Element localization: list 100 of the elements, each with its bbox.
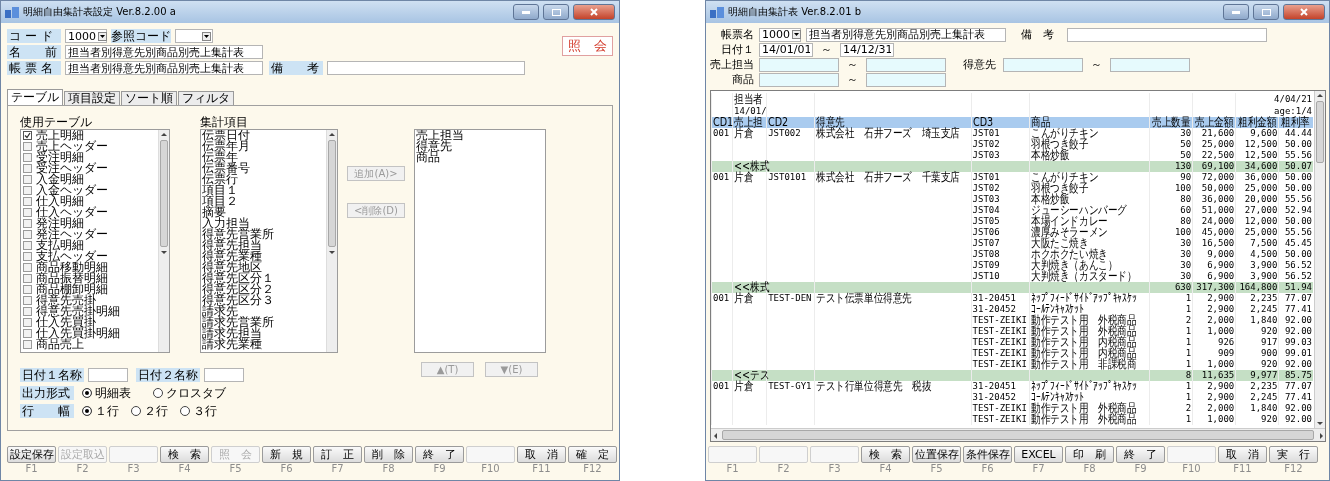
list-item[interactable]: 請求先担当 — [201, 328, 326, 339]
customer-to-field[interactable] — [1110, 57, 1190, 72]
tab[interactable]: テーブル — [7, 89, 63, 105]
checkbox[interactable] — [23, 219, 32, 228]
checkbox[interactable] — [23, 296, 32, 305]
radio-circle[interactable] — [82, 388, 92, 398]
function-key-button[interactable]: 取 消 — [1218, 446, 1267, 463]
radio-circle[interactable] — [131, 406, 141, 416]
list-item[interactable]: 請求先業種 — [201, 339, 326, 350]
checkbox[interactable] — [23, 164, 32, 173]
report-name-field[interactable]: 担当者別得意先別商品別売上集計表 — [806, 27, 1006, 42]
code-dropdown[interactable]: 1000 — [65, 29, 107, 43]
checkbox[interactable] — [23, 208, 32, 217]
checkbox[interactable] — [23, 274, 32, 283]
radio-circle[interactable] — [180, 406, 190, 416]
vertical-scrollbar[interactable] — [326, 130, 337, 352]
function-key-button[interactable]: 確 定 — [568, 446, 617, 463]
function-key-button[interactable]: 印 刷 — [1065, 446, 1114, 463]
checkbox[interactable] — [23, 131, 32, 140]
list-item[interactable]: 商品 — [415, 152, 545, 163]
list-item[interactable]: 摘要 — [201, 207, 326, 218]
maximize-button[interactable] — [543, 4, 569, 20]
radio-option[interactable]: クロスタブ — [153, 384, 226, 402]
report-code-dropdown[interactable]: 1000 — [759, 27, 801, 42]
list-item[interactable]: 得意先地区 — [201, 262, 326, 273]
reference-code-dropdown[interactable] — [175, 29, 213, 43]
tab[interactable]: フィルタ — [178, 91, 234, 105]
checkbox[interactable] — [23, 318, 32, 327]
report-name-field[interactable]: 担当者別得意先別商品別売上集計表 — [65, 61, 263, 75]
list-item[interactable]: 得意先売掛 — [21, 295, 158, 306]
checkbox[interactable] — [23, 329, 32, 338]
list-item[interactable]: 入金明細 — [21, 174, 158, 185]
minimize-button[interactable] — [1223, 4, 1249, 20]
radio-option[interactable]: 明細表 — [82, 384, 131, 402]
checkbox[interactable] — [23, 197, 32, 206]
list-item[interactable]: 得意先売掛明細 — [21, 306, 158, 317]
list-item[interactable]: 支払ヘッダー — [21, 251, 158, 262]
radio-option[interactable]: １行 — [82, 402, 119, 420]
radio-option[interactable]: ３行 — [180, 402, 217, 420]
list-item[interactable]: 伝票年月 — [201, 141, 326, 152]
list-item[interactable]: 入金ヘッダー — [21, 185, 158, 196]
vertical-scrollbar[interactable] — [1314, 91, 1325, 428]
list-item[interactable]: 商品移動明細 — [21, 262, 158, 273]
checkbox[interactable] — [23, 142, 32, 151]
tab[interactable]: ソート順 — [121, 91, 177, 105]
maximize-button[interactable] — [1253, 4, 1279, 20]
list-item[interactable]: 入力担当 — [201, 218, 326, 229]
list-item[interactable]: 発注ヘッダー — [21, 229, 158, 240]
list-item[interactable]: 得意先業種 — [201, 251, 326, 262]
checkbox[interactable] — [23, 285, 32, 294]
product-from-field[interactable] — [759, 72, 839, 87]
list-item[interactable]: 受注明細 — [21, 152, 158, 163]
list-item[interactable]: 伝票行 — [201, 174, 326, 185]
checkbox[interactable] — [23, 340, 32, 349]
radio-circle[interactable] — [82, 406, 92, 416]
date-name-field[interactable] — [88, 368, 128, 382]
list-item[interactable]: 受注ヘッダー — [21, 163, 158, 174]
list-item[interactable]: 請求先 — [201, 306, 326, 317]
checkbox[interactable] — [23, 175, 32, 184]
function-key-button[interactable]: EXCEL — [1014, 446, 1063, 463]
remarks-field[interactable] — [327, 61, 525, 75]
function-key-button[interactable]: 取 消 — [517, 446, 566, 463]
function-key-button[interactable]: 終 了 — [415, 446, 464, 463]
tab[interactable]: 項目設定 — [64, 91, 120, 105]
checkbox[interactable] — [23, 241, 32, 250]
date-to-field[interactable]: 14/12/31 — [840, 42, 894, 57]
list-item[interactable]: 売上ヘッダー — [21, 141, 158, 152]
radio-circle[interactable] — [153, 388, 163, 398]
checkbox[interactable] — [23, 186, 32, 195]
function-key-button[interactable]: 条件保存 — [963, 446, 1012, 463]
list-item[interactable]: 得意先区分１ — [201, 273, 326, 284]
vertical-scrollbar[interactable] — [158, 130, 169, 352]
staff-to-field[interactable] — [866, 57, 946, 72]
list-item[interactable]: 項目１ — [201, 185, 326, 196]
function-key-button[interactable]: 新 規 — [262, 446, 311, 463]
date-from-field[interactable]: 14/01/01 — [759, 42, 813, 57]
checkbox[interactable] — [23, 252, 32, 261]
list-item[interactable]: 発注明細 — [21, 218, 158, 229]
list-item[interactable]: 仕入ヘッダー — [21, 207, 158, 218]
checkbox[interactable] — [23, 230, 32, 239]
name-field[interactable]: 担当者別得意先別商品別売上集計表 — [65, 45, 263, 59]
date-name-field[interactable] — [204, 368, 244, 382]
list-item[interactable]: 得意先区分３ — [201, 295, 326, 306]
function-key-button[interactable]: 設定保存 — [7, 446, 56, 463]
list-item[interactable]: 仕入先買掛 — [21, 317, 158, 328]
checkbox[interactable] — [23, 153, 32, 162]
checkbox[interactable] — [23, 263, 32, 272]
function-key-button[interactable]: 削 除 — [364, 446, 413, 463]
minimize-button[interactable] — [513, 4, 539, 20]
list-item[interactable]: 商品売上 — [21, 339, 158, 350]
function-key-button[interactable]: 実 行 — [1269, 446, 1318, 463]
customer-from-field[interactable] — [1003, 57, 1083, 72]
list-item[interactable]: 商品振替明細 — [21, 273, 158, 284]
function-key-button[interactable]: 終 了 — [1116, 446, 1165, 463]
list-item[interactable]: 得意先 — [415, 141, 545, 152]
remarks-field[interactable] — [1067, 27, 1267, 42]
function-key-button[interactable]: 検 索 — [861, 446, 910, 463]
list-item[interactable]: 請求先営業所 — [201, 317, 326, 328]
list-item[interactable]: 商品棚卸明細 — [21, 284, 158, 295]
horizontal-scrollbar[interactable] — [711, 428, 1325, 441]
